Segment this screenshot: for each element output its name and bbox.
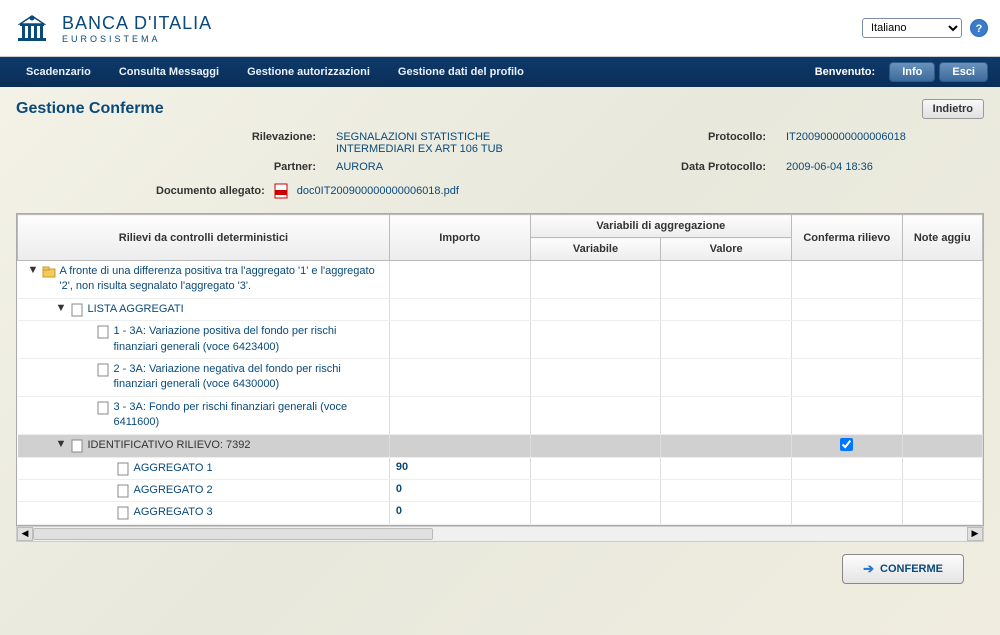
chevron-down-icon[interactable]: ▼ — [56, 302, 66, 314]
rilevazione-value-1: SEGNALAZIONI STATISTICHE — [336, 131, 596, 143]
document-icon — [116, 462, 130, 476]
col-variabile: Variabile — [530, 238, 661, 261]
logo-area: BANCA D'ITALIA EUROSISTEMA — [12, 8, 212, 48]
tree-item-2: 2 - 3A: Variazione negativa del fondo pe… — [114, 362, 383, 393]
main-nav: Scadenzario Consulta Messaggi Gestione a… — [0, 57, 1000, 87]
rilevazione-label: Rilevazione: — [116, 131, 316, 155]
table-row-selected[interactable]: ▼ IDENTIFICATIVO RILIEVO: 7392 — [18, 434, 983, 457]
table-row[interactable]: AGGREGATO 1 90 — [18, 457, 983, 479]
brand-name: BANCA D'ITALIA — [62, 13, 212, 34]
tree-item-1: 1 - 3A: Variazione positiva del fondo pe… — [114, 324, 383, 355]
document-icon — [70, 439, 84, 453]
document-icon — [96, 401, 110, 415]
agg2-value: 0 — [396, 483, 402, 495]
help-icon[interactable]: ? — [970, 19, 988, 37]
scroll-right-icon[interactable]: ▶ — [967, 527, 983, 541]
conferme-button[interactable]: ➔ CONFERME — [842, 554, 964, 584]
col-note: Note aggiu — [902, 215, 982, 261]
table-row[interactable]: 1 - 3A: Variazione positiva del fondo pe… — [18, 321, 983, 359]
col-valore: Valore — [661, 238, 792, 261]
document-icon — [96, 325, 110, 339]
document-icon — [96, 363, 110, 377]
nav-consulta-messaggi[interactable]: Consulta Messaggi — [105, 66, 233, 78]
content-area: Gestione Conferme Indietro Rilevazione: … — [0, 87, 1000, 608]
table-row[interactable]: AGGREGATO 3 0 — [18, 502, 983, 524]
data-protocollo-value: 2009-06-04 18:36 — [786, 161, 986, 173]
partner-value: AURORA — [336, 161, 596, 173]
tree-id-rilievo: IDENTIFICATIVO RILIEVO: 7392 — [88, 438, 383, 453]
document-icon — [116, 484, 130, 498]
bank-logo-icon — [12, 8, 52, 48]
info-button[interactable]: Info — [889, 62, 935, 82]
table-row[interactable]: 2 - 3A: Variazione negativa del fondo pe… — [18, 358, 983, 396]
welcome-label: Benvenuto: — [815, 66, 876, 78]
tree-root-text: A fronte di una differenza positiva tra … — [60, 264, 383, 295]
conferme-label: CONFERME — [880, 563, 943, 575]
tree-agg2: AGGREGATO 2 — [134, 483, 383, 498]
language-selector[interactable]: Italiano — [862, 18, 962, 38]
col-conferma: Conferma rilievo — [791, 215, 902, 261]
conferma-checkbox[interactable] — [840, 438, 853, 451]
protocollo-value: IT200900000000006018 — [786, 131, 986, 155]
info-panel: Rilevazione: SEGNALAZIONI STATISTICHE IN… — [116, 131, 984, 173]
col-vars-group: Variabili di aggregazione — [530, 215, 791, 238]
tree-agg3: AGGREGATO 3 — [134, 505, 383, 520]
brand-sub: EUROSISTEMA — [62, 34, 212, 44]
scroll-left-icon[interactable]: ◀ — [17, 527, 33, 541]
agg3-value: 0 — [396, 505, 402, 517]
table-row[interactable]: 3 - 3A: Fondo per rischi finanziari gene… — [18, 396, 983, 434]
table-row[interactable]: AGGREGATO 2 0 — [18, 479, 983, 501]
col-importo: Importo — [389, 215, 530, 261]
chevron-down-icon[interactable]: ▼ — [28, 264, 38, 276]
table-row[interactable]: ▼ A fronte di una differenza positiva tr… — [18, 261, 983, 299]
doc-label: Documento allegato: — [156, 185, 265, 197]
tree-agg1: AGGREGATO 1 — [134, 461, 383, 476]
partner-label: Partner: — [116, 161, 316, 173]
document-icon — [70, 303, 84, 317]
nav-gestione-dati-profilo[interactable]: Gestione dati del profilo — [384, 66, 538, 78]
scroll-thumb[interactable] — [33, 528, 433, 540]
header: BANCA D'ITALIA EUROSISTEMA Italiano ? — [0, 0, 1000, 57]
exit-button[interactable]: Esci — [939, 62, 988, 82]
protocollo-label: Protocollo: — [616, 131, 766, 155]
doc-link[interactable]: doc0IT200900000000006018.pdf — [297, 185, 459, 197]
folder-icon — [42, 265, 56, 279]
horizontal-scrollbar[interactable]: ◀ ▶ — [16, 526, 984, 542]
tree-lista: LISTA AGGREGATI — [88, 302, 383, 317]
data-protocollo-label: Data Protocollo: — [616, 161, 766, 173]
arrow-right-icon: ➔ — [863, 561, 874, 577]
col-rilievi: Rilievi da controlli deterministici — [18, 215, 390, 261]
tree-item-3: 3 - 3A: Fondo per rischi finanziari gene… — [114, 400, 383, 431]
nav-scadenzario[interactable]: Scadenzario — [12, 66, 105, 78]
back-button[interactable]: Indietro — [922, 99, 984, 119]
data-table: Rilievi da controlli deterministici Impo… — [16, 213, 984, 526]
document-icon — [116, 506, 130, 520]
pdf-icon — [273, 183, 289, 199]
table-row[interactable]: ▼ LISTA AGGREGATI — [18, 298, 983, 320]
agg1-value: 90 — [396, 461, 408, 473]
nav-gestione-autorizzazioni[interactable]: Gestione autorizzazioni — [233, 66, 384, 78]
rilevazione-value-2: INTERMEDIARI EX ART 106 TUB — [336, 143, 596, 155]
chevron-down-icon[interactable]: ▼ — [56, 438, 66, 450]
page-title: Gestione Conferme — [16, 100, 164, 118]
